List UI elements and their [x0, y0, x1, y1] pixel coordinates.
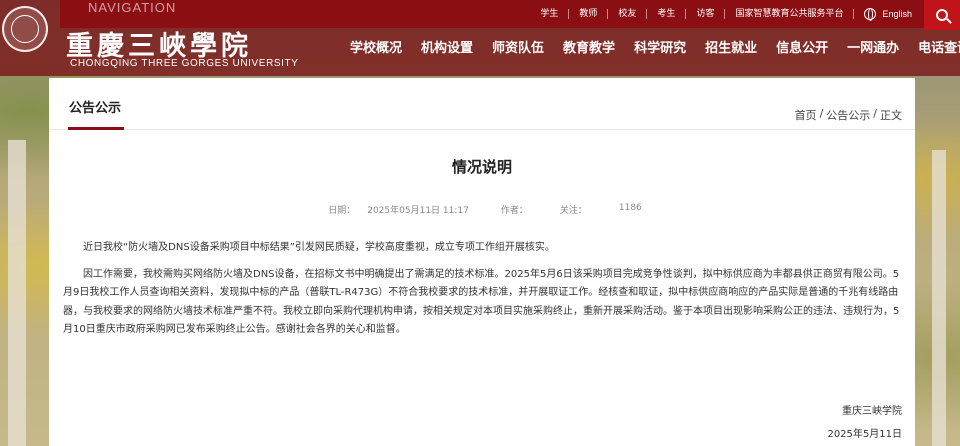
section-title-underline [68, 127, 124, 130]
breadcrumb-home[interactable]: 首页 [795, 107, 817, 123]
nav-item-disclosure[interactable]: 信息公开 [776, 37, 828, 56]
meta-author-label: 作者： [500, 206, 528, 216]
article-title: 情况说明 [451, 158, 512, 176]
top-link-education-platform[interactable]: 国家智慧教育公共服务平台 [725, 9, 855, 19]
breadcrumb: 首页 / 公告公示 / 正文 [795, 107, 902, 123]
nav-item-faculty[interactable]: 师资队伍 [492, 37, 544, 56]
top-link-applicants[interactable]: 考生 [647, 9, 687, 19]
tree-trunk-left [8, 140, 26, 446]
breadcrumb-current: 正文 [880, 109, 902, 122]
nav-item-services[interactable]: 一网通办 [847, 37, 899, 56]
top-link-alumni[interactable]: 校友 [608, 9, 648, 19]
nav-item-research[interactable]: 科学研究 [634, 37, 686, 56]
article-paragraph: 因工作需要，我校需购买网络防火墙及DNS设备，在招标文书中明确提出了需满足的技术… [63, 268, 900, 336]
breadcrumb-separator: / [873, 107, 877, 120]
signature-date: 2025年5月11日 [827, 429, 902, 440]
seal-inner-ring [11, 15, 39, 43]
university-seal-logo[interactable] [2, 6, 48, 52]
breadcrumb-section[interactable]: 公告公示 [826, 107, 870, 123]
meta-views: 1186 [618, 203, 642, 213]
search-button[interactable] [924, 0, 960, 30]
nav-item-admissions[interactable]: 招生就业 [705, 37, 757, 56]
section-title: 公告公示 [69, 101, 122, 116]
article-body: 近日我校“防火墙及DNS设备采购项目中标结果”引发网民质疑，学校高度重视，成立专… [63, 239, 905, 348]
site-header: NAVIGATION 学生 教师 校友 考生 访客 国家智慧教育公共服务平台 E… [0, 0, 960, 76]
nav-item-departments[interactable]: 机构设置 [421, 37, 473, 56]
nav-item-overview[interactable]: 学校概况 [350, 37, 402, 56]
search-icon [936, 9, 948, 21]
globe-icon [864, 8, 877, 21]
meta-date-label: 日期： [328, 206, 356, 216]
main-nav: 学校概况 机构设置 师资队伍 教育教学 科学研究 招生就业 信息公开 一网通办 … [350, 37, 960, 56]
breadcrumb-separator: / [819, 107, 824, 120]
university-name-en: CHONGQING THREE GORGES UNIVERSITY [70, 58, 299, 69]
card-header: 公告公示 首页 / 公告公示 / 正文 [49, 78, 915, 130]
top-links: 学生 教师 校友 考生 访客 国家智慧教育公共服务平台 English [530, 8, 912, 21]
language-label: English [882, 9, 912, 19]
nav-item-education[interactable]: 教育教学 [563, 37, 615, 56]
meta-date: 2025年05月11日 11:17 [367, 206, 469, 216]
meta-views-label: 关注： [559, 206, 587, 216]
tree-trunk-right [932, 150, 946, 446]
top-link-students[interactable]: 学生 [530, 9, 570, 19]
language-switch[interactable]: English [854, 8, 912, 21]
nav-item-phone-directory[interactable]: 电话查询 [918, 37, 960, 56]
article-paragraph: 近日我校“防火墙及DNS设备采购项目中标结果”引发网民质疑，学校高度重视，成立专… [83, 242, 555, 253]
top-link-visitors[interactable]: 访客 [686, 9, 726, 19]
top-link-teachers[interactable]: 教师 [569, 9, 609, 19]
navigation-watermark: NAVIGATION [88, 0, 177, 15]
article-meta: 日期： 2025年05月11日 11:17 作者： 关注： 1186 [49, 203, 915, 216]
signature-organization: 重庆三峡学院 [842, 406, 902, 417]
content-card: 公告公示 首页 / 公告公示 / 正文 情况说明 日期： 2025年05月11日 … [49, 78, 915, 446]
